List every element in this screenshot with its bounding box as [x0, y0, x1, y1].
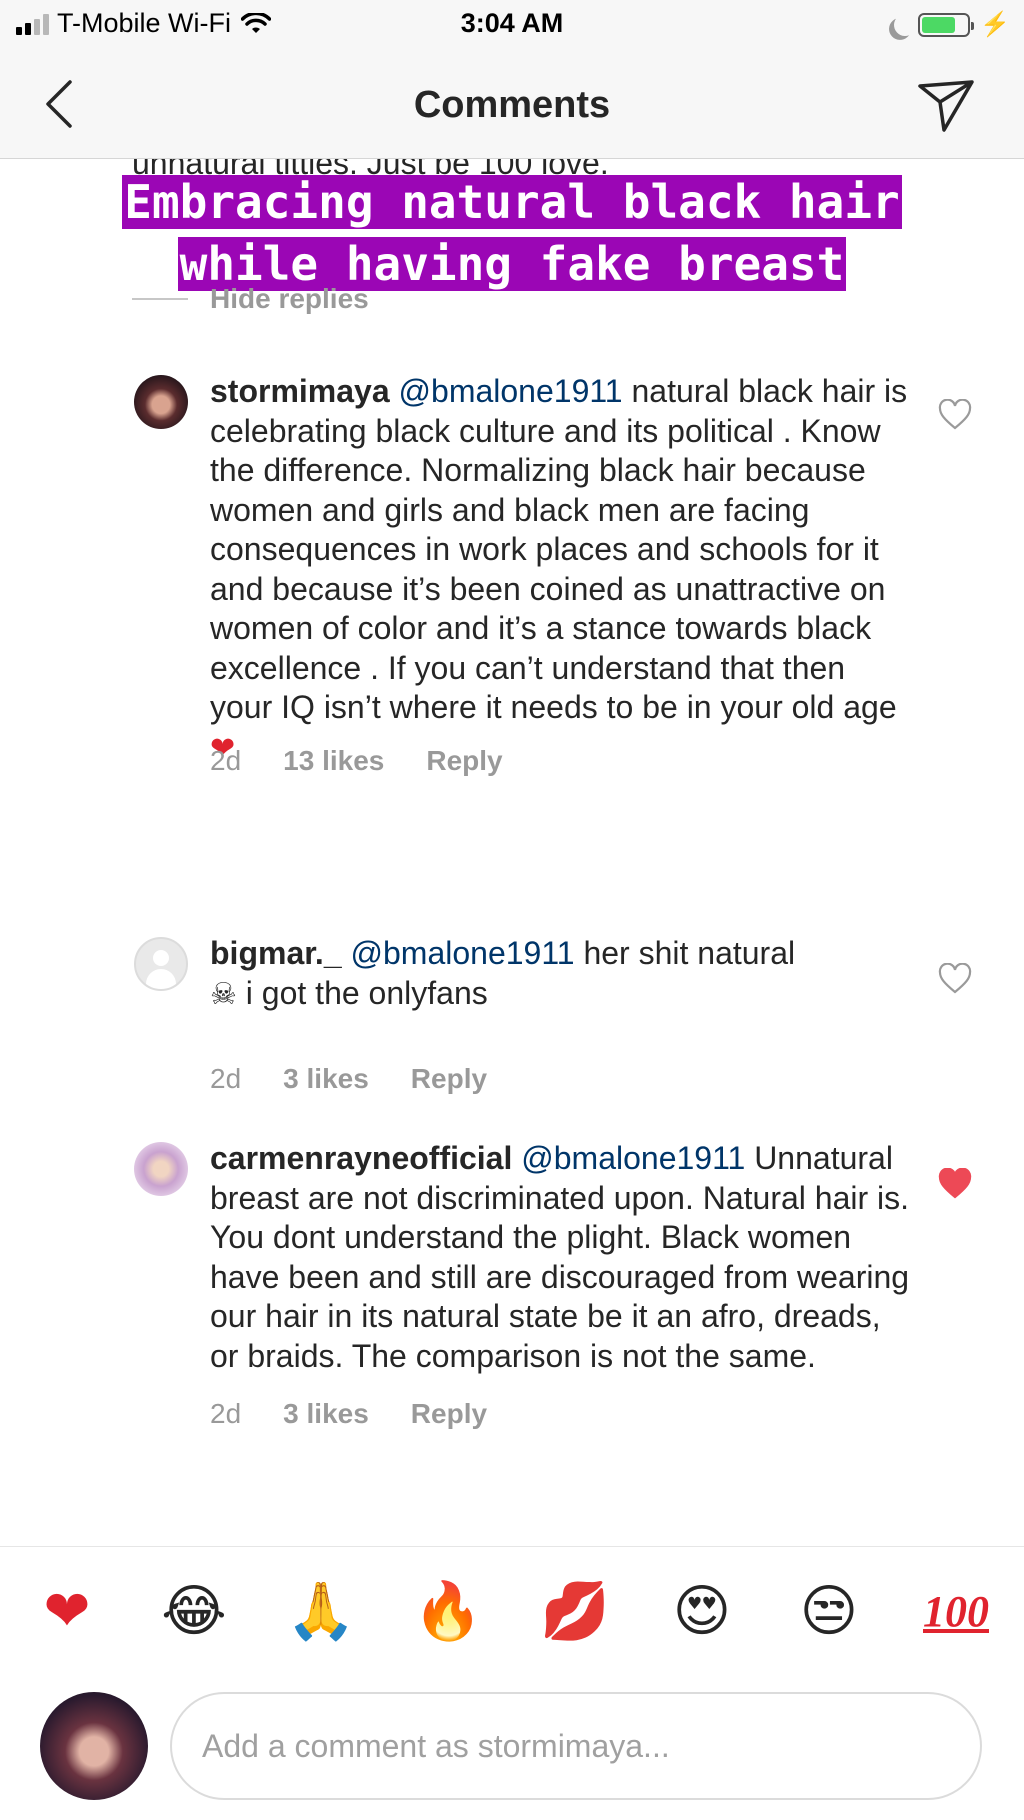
current-user-avatar: [40, 1692, 148, 1800]
heart-eyes-reaction-button[interactable]: 😍: [667, 1577, 737, 1647]
avatar[interactable]: [134, 937, 188, 991]
comment-text-after: i got the onlyfans: [236, 974, 488, 1011]
story-caption-overlay: Embracing natural black hair while havin…: [0, 171, 1024, 295]
send-button[interactable]: [916, 74, 976, 134]
page-title: Comments: [413, 84, 611, 126]
mention-link[interactable]: @bmalone1911: [399, 373, 623, 409]
liked-heart-icon[interactable]: [938, 1168, 972, 1200]
comment-meta: 2d 3 likes Reply: [210, 1398, 487, 1430]
hide-replies-label: Hide replies: [210, 283, 369, 314]
likes-count[interactable]: 3 likes: [283, 1063, 369, 1095]
comment-text: her shit natural: [574, 935, 796, 971]
reply-button[interactable]: Reply: [411, 1398, 487, 1430]
skull-emoji: ☠: [210, 976, 237, 1012]
mention-link[interactable]: @bmalone1911: [521, 1140, 745, 1176]
caption-line-1: Embracing natural black hair: [122, 175, 902, 229]
reply-button[interactable]: Reply: [426, 745, 502, 777]
battery-level: [922, 16, 956, 33]
reply-button[interactable]: Reply: [411, 1063, 487, 1095]
unamused-reaction-button[interactable]: 😒: [794, 1577, 864, 1647]
comment-meta: 2d 13 likes Reply: [210, 745, 503, 777]
laughing-reaction-button[interactable]: 😂: [159, 1577, 229, 1647]
nav-bar: Comments: [0, 52, 1024, 159]
comment-input[interactable]: [170, 1692, 982, 1800]
fire-reaction-button[interactable]: 🔥: [413, 1577, 483, 1647]
comments-list[interactable]: unnatural titties. Just be 100 love. Emb…: [0, 159, 1024, 1546]
avatar[interactable]: [134, 1142, 188, 1196]
username[interactable]: stormimaya: [210, 373, 390, 409]
like-heart-icon[interactable]: [938, 963, 972, 995]
hide-replies-button[interactable]: Hide replies: [132, 283, 369, 315]
charging-icon: ⚡: [980, 11, 1010, 38]
do-not-disturb-icon: [891, 10, 919, 38]
comment-text: natural black hair is celebrating black …: [210, 373, 908, 725]
username[interactable]: bigmar._: [210, 935, 342, 971]
comment-body: bigmar._ @bmalone1911 her shit natural ☠…: [210, 934, 910, 1014]
comment-body: carmenrayneofficial @bmalone1911 Unnatur…: [210, 1139, 910, 1376]
hundred-reaction-button[interactable]: 100: [921, 1577, 991, 1647]
likes-count[interactable]: 13 likes: [283, 745, 384, 777]
like-heart-icon[interactable]: [938, 399, 972, 431]
compose-bar: [0, 1674, 1024, 1820]
comment-time: 2d: [210, 1063, 242, 1094]
comment-time: 2d: [210, 1398, 242, 1429]
heart-reaction-button[interactable]: ❤: [32, 1577, 102, 1647]
kiss-reaction-button[interactable]: 💋: [540, 1577, 610, 1647]
battery-icon: [918, 12, 975, 37]
status-right: ⚡: [886, 10, 1010, 39]
divider: [132, 298, 188, 300]
praying-hands-reaction-button[interactable]: 🙏: [286, 1577, 356, 1647]
username[interactable]: carmenrayneofficial: [210, 1140, 512, 1176]
clock: 3:04 AM: [460, 8, 564, 38]
avatar[interactable]: [134, 375, 188, 429]
likes-count[interactable]: 3 likes: [283, 1398, 369, 1430]
quick-reaction-bar: ❤ 😂 🙏 🔥 💋 😍 😒 100: [0, 1546, 1024, 1675]
comment-body: stormimaya @bmalone1911 natural black ha…: [210, 372, 910, 768]
comment-time: 2d: [210, 745, 242, 776]
status-bar: T-Mobile Wi-Fi 3:04 AM ⚡: [0, 0, 1024, 52]
mention-link[interactable]: @bmalone1911: [351, 935, 575, 971]
comment-meta: 2d 3 likes Reply: [210, 1063, 487, 1095]
